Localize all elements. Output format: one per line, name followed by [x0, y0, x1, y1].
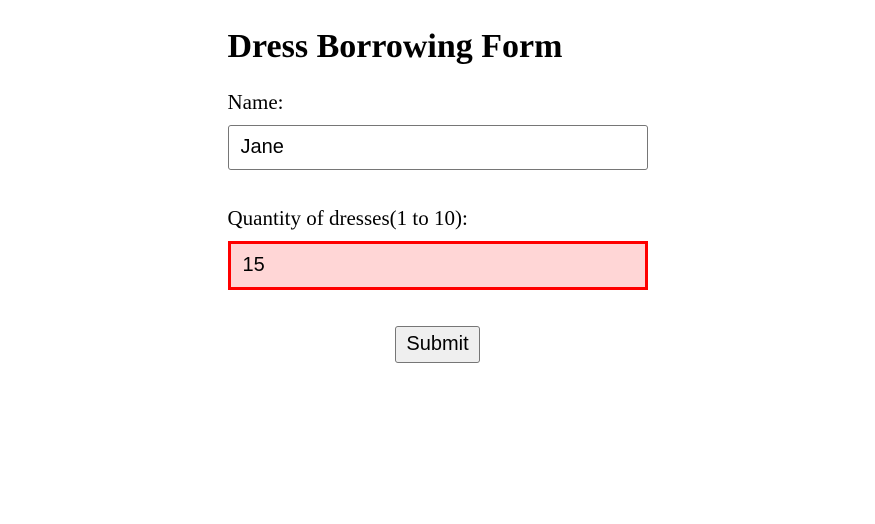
quantity-label: Quantity of dresses(1 to 10):: [228, 206, 648, 231]
submit-button[interactable]: Submit: [395, 326, 479, 363]
form-container: Dress Borrowing Form Name: Quantity of d…: [228, 28, 648, 363]
page-title: Dress Borrowing Form: [228, 28, 648, 66]
quantity-field-group: Quantity of dresses(1 to 10):: [228, 206, 648, 290]
name-input[interactable]: [228, 125, 648, 170]
quantity-input[interactable]: [228, 241, 648, 290]
name-label: Name:: [228, 90, 648, 115]
name-field-group: Name:: [228, 90, 648, 170]
dress-borrowing-form: Name: Quantity of dresses(1 to 10): Subm…: [228, 90, 648, 363]
submit-wrap: Submit: [228, 326, 648, 363]
